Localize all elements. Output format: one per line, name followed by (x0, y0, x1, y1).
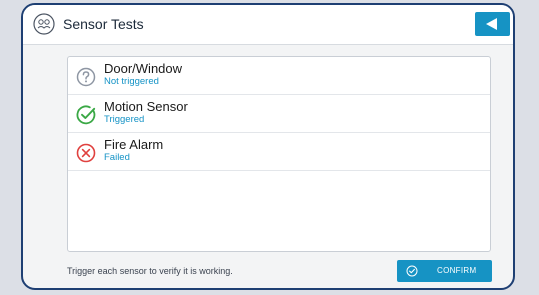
sensor-name: Motion Sensor (104, 99, 188, 114)
instruction-text: Trigger each sensor to verify it is work… (67, 266, 233, 276)
confirm-button[interactable]: CONFIRM (397, 260, 492, 282)
back-button[interactable] (475, 12, 510, 36)
back-arrow-icon (486, 18, 497, 30)
list-item[interactable]: Door/Window Not triggered (68, 57, 490, 95)
list-item[interactable]: Motion Sensor Triggered (68, 95, 490, 133)
sensor-list: Door/Window Not triggered Motion Sensor … (67, 56, 491, 252)
sensor-group-icon (33, 13, 55, 35)
sensor-status: Triggered (104, 114, 145, 125)
sensor-name: Fire Alarm (104, 137, 164, 152)
page-title: Sensor Tests (63, 16, 144, 32)
sensor-status: Not triggered (104, 76, 159, 87)
panel-header: Sensor Tests (23, 5, 513, 45)
check-circle-icon (76, 105, 96, 125)
sensor-tests-panel: Sensor Tests Door/Window Not triggered M… (21, 3, 515, 290)
list-item[interactable]: Fire Alarm Failed (68, 133, 490, 171)
sensor-status: Failed (104, 152, 130, 163)
confirm-label: CONFIRM (437, 266, 477, 275)
x-circle-icon (76, 143, 96, 163)
check-circle-icon (406, 265, 418, 277)
question-circle-icon (76, 67, 96, 87)
sensor-name: Door/Window (104, 61, 183, 76)
